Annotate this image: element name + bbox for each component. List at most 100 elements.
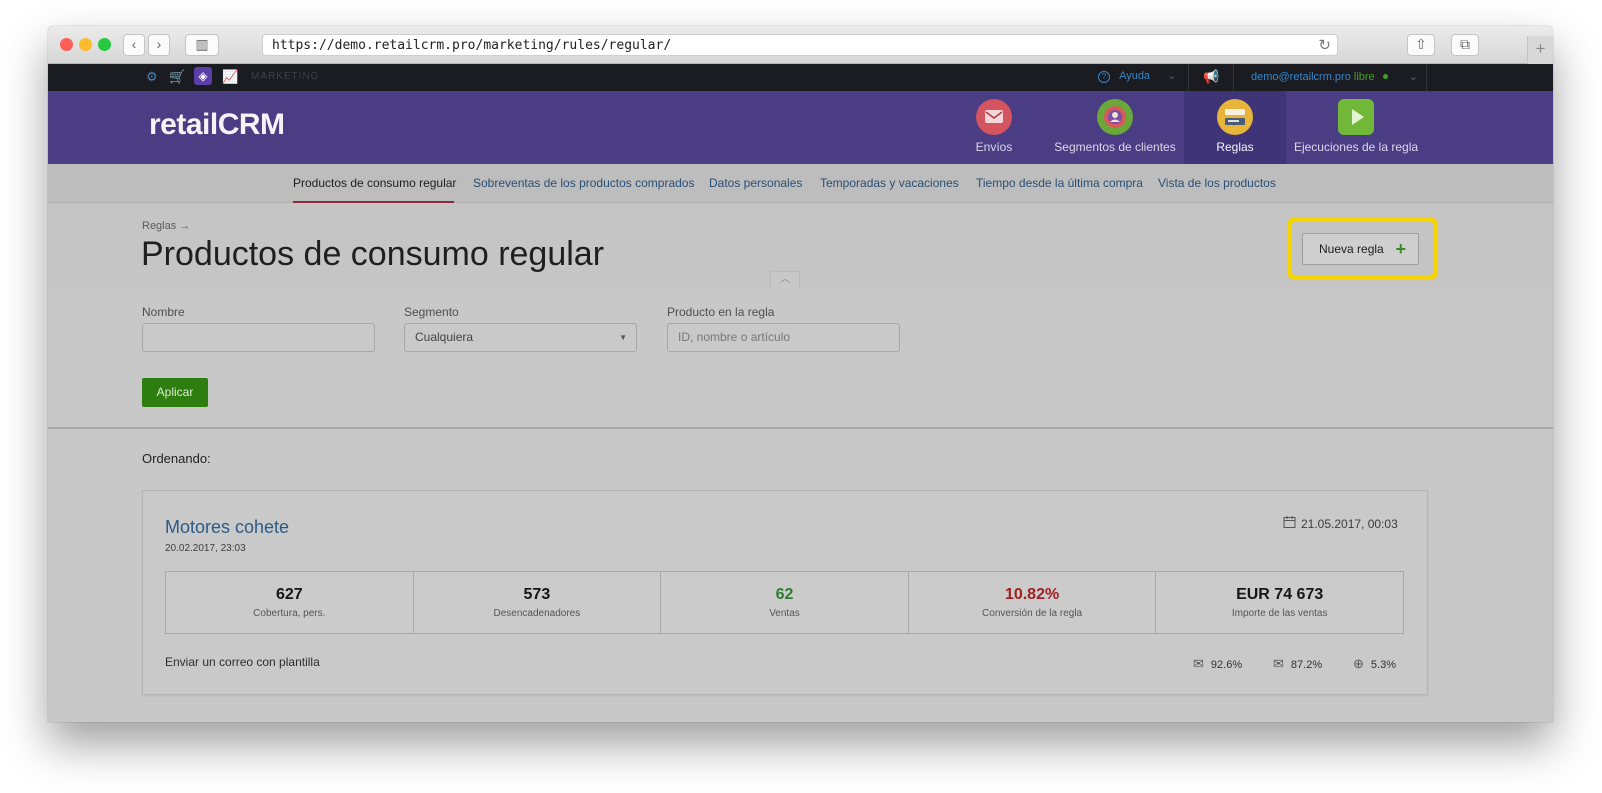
- stat-label: Desencadenadores: [493, 608, 581, 619]
- nav-label: Segmentos de clientes: [1054, 140, 1176, 154]
- browser-window: ‹ › ▥ https://demo.retailcrm.pro/marketi…: [48, 26, 1553, 722]
- logo[interactable]: retailCRM: [149, 108, 285, 142]
- envelope-icon: [976, 99, 1012, 135]
- share-icon[interactable]: ⇧: [1407, 34, 1435, 56]
- sub-navigation: Productos de consumo regular Sobreventas…: [48, 164, 1553, 203]
- segment-select[interactable]: Cualquiera ▼: [404, 323, 637, 352]
- divider: [1426, 64, 1427, 91]
- main-header: retailCRM Envíos Segmentos de clientes R…: [48, 91, 1553, 164]
- stat-label: Conversión de la regla: [982, 608, 1083, 619]
- rule-created-date: 20.02.2017, 23:03: [165, 543, 246, 554]
- divider: [1233, 64, 1234, 91]
- tab-tiempo-ultima-compra[interactable]: Tiempo desde la última compra: [976, 176, 1143, 190]
- metric-opened: ✉ 87.2%: [1273, 656, 1322, 672]
- divider: [1188, 64, 1189, 91]
- url-bar[interactable]: https://demo.retailcrm.pro/marketing/rul…: [262, 34, 1338, 56]
- user-menu[interactable]: demo@retailcrm.pro libre ⌄: [1251, 70, 1418, 83]
- metric-value: 87.2%: [1290, 659, 1323, 671]
- stat-desencadenadores: 573 Desencadenadores: [414, 572, 662, 633]
- maximize-window-button[interactable]: [98, 38, 111, 51]
- status-dot-icon: [1382, 74, 1388, 79]
- nav-label: Ejecuciones de la regla: [1293, 140, 1419, 154]
- metric-clicked: ⊕ 5.3%: [1353, 656, 1396, 672]
- top-bar: ⚙ 🛒 ◈ 📈 MARKETING ? Ayuda ⌄ 📢 demo@retai…: [48, 64, 1553, 91]
- new-tab-plus-icon[interactable]: +: [1527, 36, 1553, 64]
- envelope-icon: ✉: [1193, 656, 1204, 671]
- rule-name-link[interactable]: Motores cohete: [165, 517, 289, 538]
- tab-temporadas[interactable]: Temporadas y vacaciones: [820, 176, 959, 190]
- new-rule-highlight: Nueva regla +: [1287, 217, 1438, 280]
- new-rule-label: Nueva regla: [1319, 242, 1384, 256]
- rule-stats: 627 Cobertura, pers. 573 Desencadenadore…: [165, 571, 1404, 634]
- tab-vista-productos[interactable]: Vista de los productos: [1158, 176, 1276, 190]
- chevron-left-icon[interactable]: ‹: [123, 34, 145, 56]
- megaphone-icon[interactable]: 📢: [1203, 69, 1219, 85]
- tab-sobreventas[interactable]: Sobreventas de los productos comprados: [473, 176, 694, 190]
- help-icon: ?: [1098, 71, 1110, 83]
- rules-icon: [1217, 99, 1253, 135]
- stat-value: 62: [775, 586, 794, 603]
- nav-item-ejecuciones[interactable]: Ejecuciones de la regla: [1291, 91, 1421, 164]
- page-content: ⚙ 🛒 ◈ 📈 MARKETING ? Ayuda ⌄ 📢 demo@retai…: [48, 64, 1553, 722]
- user-email: demo@retailcrm.pro: [1251, 71, 1351, 83]
- name-filter-label: Nombre: [142, 305, 185, 319]
- page-title: Productos de consumo regular: [141, 235, 605, 273]
- envelope-open-icon: ✉: [1273, 656, 1284, 671]
- calendar-icon: [1283, 515, 1297, 532]
- breadcrumb[interactable]: Reglas →: [142, 220, 190, 232]
- stat-label: Importe de las ventas: [1231, 608, 1328, 619]
- rules-list: Ordenando: Motores cohete 20.02.2017, 23…: [48, 429, 1553, 722]
- nav-label: Envíos: [975, 140, 1013, 154]
- nav-label: Reglas: [1216, 140, 1254, 154]
- stat-value: 10.82%: [1004, 586, 1060, 603]
- nav-item-envios[interactable]: Envíos: [966, 91, 1022, 164]
- metric-value: 92.6%: [1210, 659, 1243, 671]
- nav-item-reglas[interactable]: Reglas: [1184, 91, 1286, 164]
- close-window-button[interactable]: [60, 38, 73, 51]
- stat-importe: EUR 74 673 Importe de las ventas: [1156, 572, 1403, 633]
- url-text[interactable]: https://demo.retailcrm.pro/marketing/rul…: [272, 38, 671, 53]
- tab-datos-personales[interactable]: Datos personales: [709, 176, 802, 190]
- stat-cobertura: 627 Cobertura, pers.: [166, 572, 414, 633]
- collapse-filter-icon[interactable]: ︿: [770, 271, 800, 288]
- play-icon: [1338, 99, 1374, 135]
- marketing-module-icon[interactable]: ◈: [194, 67, 212, 85]
- help-label: Ayuda: [1119, 70, 1151, 82]
- product-filter-label: Producto en la regla: [667, 305, 775, 319]
- rule-updated-date: 21.05.2017, 00:03: [1301, 517, 1398, 531]
- cart-icon[interactable]: 🛒: [169, 69, 185, 85]
- apply-button[interactable]: Aplicar: [142, 378, 208, 407]
- caret-down-icon: ▼: [619, 333, 627, 342]
- help-menu[interactable]: ? Ayuda ⌄: [1098, 69, 1176, 83]
- stat-value: EUR 74 673: [1236, 586, 1324, 603]
- user-status: libre: [1353, 71, 1375, 83]
- metric-value: 5.3%: [1370, 659, 1396, 671]
- segment-filter-label: Segmento: [404, 305, 459, 319]
- segment-select-value: Cualquiera: [415, 330, 474, 344]
- tab-productos-consumo-regular[interactable]: Productos de consumo regular: [293, 176, 456, 190]
- stat-label: Ventas: [769, 608, 800, 619]
- nav-item-segmentos[interactable]: Segmentos de clientes: [1051, 91, 1179, 164]
- stat-ventas: 62 Ventas: [661, 572, 909, 633]
- rule-card: Motores cohete 20.02.2017, 23:03 21.05.2…: [142, 490, 1428, 695]
- analytics-icon[interactable]: 📈: [222, 69, 238, 85]
- stat-value: 573: [523, 586, 551, 603]
- stat-label: Cobertura, pers.: [253, 608, 326, 619]
- metric-delivered: ✉ 92.6%: [1193, 656, 1242, 672]
- gear-icon[interactable]: ⚙: [146, 69, 158, 85]
- chevron-right-icon[interactable]: ›: [148, 34, 170, 56]
- minimize-window-button[interactable]: [79, 38, 92, 51]
- new-rule-button[interactable]: Nueva regla +: [1302, 233, 1419, 265]
- stat-value: 627: [275, 586, 303, 603]
- sorting-label[interactable]: Ordenando:: [142, 451, 211, 466]
- segments-icon: [1097, 99, 1133, 135]
- product-filter-input[interactable]: ID, nombre o artículo: [667, 323, 900, 352]
- reload-icon[interactable]: ↻: [1318, 36, 1331, 54]
- browser-titlebar: ‹ › ▥ https://demo.retailcrm.pro/marketi…: [48, 26, 1553, 64]
- stat-conversion: 10.82% Conversión de la regla: [909, 572, 1157, 633]
- tabs-icon[interactable]: ⧉: [1451, 34, 1479, 56]
- sidebar-icon[interactable]: ▥: [185, 34, 219, 56]
- rule-action: Enviar un correo con plantilla: [165, 655, 320, 669]
- name-filter-input[interactable]: [142, 323, 375, 352]
- chevron-down-icon: ⌄: [1167, 70, 1177, 82]
